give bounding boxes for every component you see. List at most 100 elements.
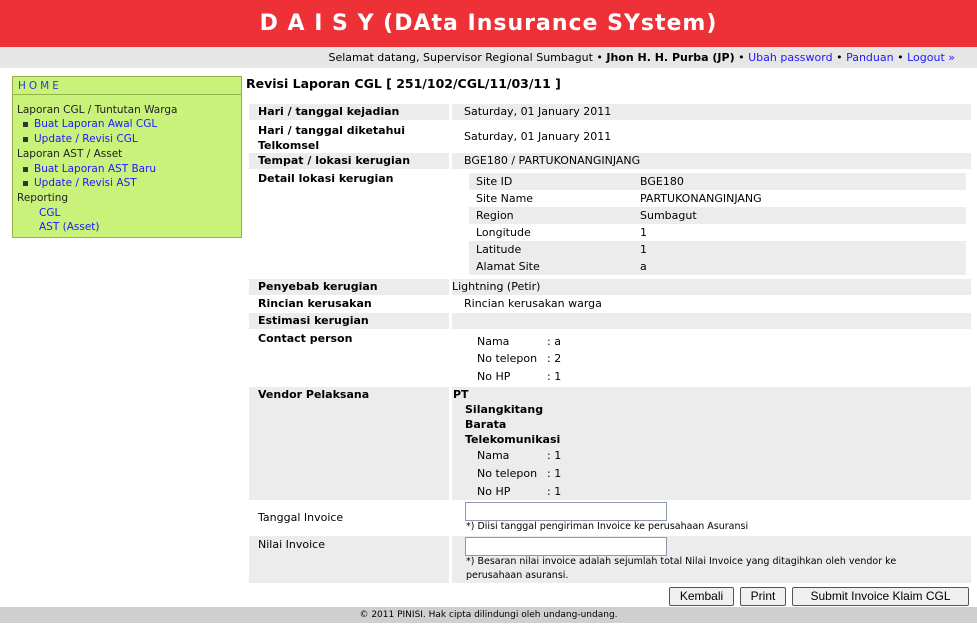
app-title: D A I S Y (DAta Insurance SYstem) — [259, 11, 718, 36]
invoice-amount-input[interactable] — [465, 537, 667, 556]
contact-key: Nama — [477, 335, 510, 348]
site-detail-value: PARTUKONANGINJANG — [640, 192, 762, 205]
sidebar-item-label: Update / Revisi CGL — [34, 133, 138, 145]
damage-label: Rincian kerusakan — [258, 297, 372, 310]
vendor-details: PT Silangkitang Barata Telekomunikasi Na… — [452, 387, 971, 500]
vendor-label: Vendor Pelaksana — [249, 387, 449, 500]
sidebar-item-label: Buat Laporan Awal CGL — [34, 118, 158, 130]
vendor-contact-key: No telepon — [477, 467, 538, 480]
row-contact-person: Contact person Nama : a No telepon : 2 N… — [249, 331, 971, 385]
row-invoice-amount: Nilai Invoice *) Besaran nilai invoice a… — [249, 536, 971, 583]
invoice-amount-hint: perusahaan asuransi. — [466, 570, 569, 581]
bullet-icon — [23, 121, 28, 127]
contact-value: : a — [547, 335, 561, 348]
known-date-label: Hari / tanggal diketahui Telkomsel — [258, 124, 406, 152]
vendor-contact-value: : 1 — [547, 449, 562, 462]
sidebar-item-report-cgl[interactable]: CGL — [39, 207, 60, 219]
contact-person-label: Contact person — [258, 332, 353, 345]
row-incident-date: Hari / tanggal kejadian Saturday, 01 Jan… — [249, 104, 971, 120]
row-vendor: Vendor Pelaksana PT Silangkitang Barata … — [249, 387, 971, 500]
site-detail-key: Region — [476, 209, 514, 222]
estimate-value — [452, 313, 971, 329]
separator: • — [738, 51, 745, 64]
sidebar-section-ast: Laporan AST / Asset — [17, 148, 123, 160]
vendor-contact-value: : 1 — [547, 485, 562, 498]
site-detail-key: Latitude — [476, 243, 522, 256]
vendor-name-line: Telekomunikasi — [465, 433, 561, 446]
page-title: Revisi Laporan CGL [ 251/102/CGL/11/03/1… — [246, 76, 561, 91]
site-detail-value: BGE180 — [640, 175, 684, 188]
vendor-contact-value: : 1 — [547, 467, 562, 480]
bullet-icon — [23, 136, 28, 142]
invoice-date-label: Tanggal Invoice — [258, 511, 344, 524]
location-label: Tempat / lokasi kerugian — [249, 153, 449, 169]
site-detail-key: Longitude — [476, 226, 531, 239]
sidebar-item-cgl-new[interactable]: Buat Laporan Awal CGL — [23, 118, 157, 130]
logout-link[interactable]: Logout » — [907, 51, 955, 64]
user-name: Jhon H. H. Purba (JP) — [606, 51, 735, 64]
cause-value: Lightning (Petir) — [452, 279, 971, 295]
row-invoice-date: Tanggal Invoice *) Diisi tanggal pengiri… — [249, 501, 971, 535]
welcome-text: Selamat datang, Supervisor Regional Sumb… — [328, 51, 603, 64]
incident-date-label: Hari / tanggal kejadian — [249, 104, 449, 120]
vendor-name-line: Silangkitang — [465, 403, 544, 416]
row-known-date: Hari / tanggal diketahui Telkomsel Satur… — [249, 122, 971, 154]
row-damage: Rincian kerusakan Rincian kerusakan warg… — [249, 296, 971, 312]
row-estimate: Estimasi kerugian — [249, 313, 971, 329]
incident-date-value: Saturday, 01 January 2011 — [452, 104, 971, 120]
sidebar-home-link[interactable]: HOME — [13, 77, 241, 95]
damage-value: Rincian kerusakan warga — [464, 297, 602, 310]
site-detail-value: a — [640, 260, 647, 273]
contact-key: No telepon — [477, 352, 538, 365]
vendor-contact-key: Nama — [477, 449, 510, 462]
row-location-detail: Detail lokasi kerugian Site ID BGE180 Si… — [249, 171, 971, 278]
invoice-date-hint: *) Diisi tanggal pengiriman Invoice ke p… — [466, 521, 749, 532]
invoice-amount-cell: *) Besaran nilai invoice adalah sejumlah… — [452, 536, 971, 583]
site-detail-table: Site ID BGE180 Site Name PARTUKONANGINJA… — [452, 171, 971, 278]
site-detail-key: Site ID — [476, 175, 513, 188]
separator: • — [897, 51, 904, 64]
sidebar-item-ast-update[interactable]: Update / Revisi AST — [23, 177, 137, 189]
invoice-amount-label: Nilai Invoice — [249, 536, 449, 583]
sidebar-item-ast-new[interactable]: Buat Laporan AST Baru — [23, 163, 156, 175]
location-detail-label: Detail lokasi kerugian — [258, 172, 394, 185]
back-button[interactable]: Kembali — [669, 587, 734, 606]
row-location: Tempat / lokasi kerugian BGE180 / PARTUK… — [249, 153, 971, 169]
contact-value: : 1 — [547, 370, 562, 383]
bullet-icon — [23, 166, 28, 172]
print-button[interactable]: Print — [740, 587, 786, 606]
row-cause: Penyebab kerugian Lightning (Petir) — [249, 279, 971, 295]
site-detail-value: Sumbagut — [640, 209, 697, 222]
copyright-text: © 2011 PINISI. Hak cipta dilindungi oleh… — [359, 610, 618, 620]
submit-invoice-button[interactable]: Submit Invoice Klaim CGL — [792, 587, 969, 606]
invoice-amount-hint: *) Besaran nilai invoice adalah sejumlah… — [466, 556, 897, 567]
location-value: BGE180 / PARTUKONANGINJANG — [452, 153, 971, 169]
contact-key: No HP — [477, 370, 511, 383]
site-detail-value: 1 — [640, 243, 647, 256]
footer: © 2011 PINISI. Hak cipta dilindungi oleh… — [0, 607, 977, 623]
invoice-date-input[interactable] — [465, 502, 667, 521]
guide-link[interactable]: Panduan — [846, 51, 894, 64]
site-detail-key: Alamat Site — [476, 260, 540, 273]
site-detail-value: 1 — [640, 226, 647, 239]
change-password-link[interactable]: Ubah password — [748, 51, 832, 64]
contact-value: : 2 — [547, 352, 562, 365]
estimate-label: Estimasi kerugian — [249, 313, 449, 329]
bullet-icon — [23, 180, 28, 186]
cause-label: Penyebab kerugian — [249, 279, 449, 295]
sidebar-item-cgl-update[interactable]: Update / Revisi CGL — [23, 133, 138, 145]
app-header: D A I S Y (DAta Insurance SYstem) — [0, 0, 977, 48]
known-date-value: Saturday, 01 January 2011 — [464, 130, 612, 143]
separator: • — [836, 51, 843, 64]
vendor-name-line: Barata — [465, 418, 507, 431]
vendor-name-line: PT — [453, 388, 469, 401]
sidebar-item-report-ast[interactable]: AST (Asset) — [39, 221, 100, 233]
vendor-contact-key: No HP — [477, 485, 511, 498]
invoice-date-cell: *) Diisi tanggal pengiriman Invoice ke p… — [452, 501, 971, 535]
sidebar-item-label: Buat Laporan AST Baru — [34, 163, 157, 175]
contact-person-details: Nama : a No telepon : 2 No HP : 1 — [452, 331, 971, 385]
sidebar-item-label: Update / Revisi AST — [34, 177, 137, 189]
sidebar-menu: HOME Laporan CGL / Tuntutan Warga Buat L… — [12, 76, 242, 238]
site-detail-key: Site Name — [476, 192, 534, 205]
user-bar: Selamat datang, Supervisor Regional Sumb… — [0, 47, 977, 68]
